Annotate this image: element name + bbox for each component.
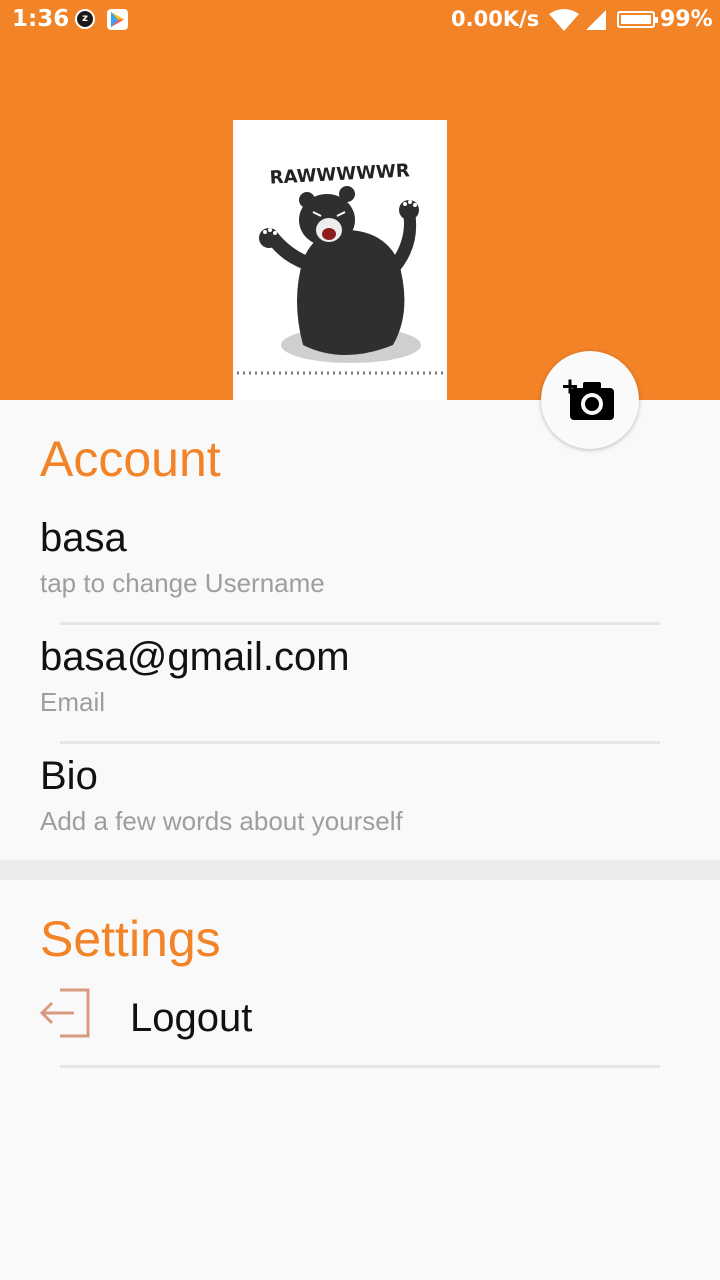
network-speed: 0.00K/s: [451, 7, 540, 31]
username-hint: tap to change Username: [40, 568, 325, 598]
logout-icon: [39, 988, 90, 1038]
status-time: 1:36: [12, 6, 70, 32]
email-value: basa@gmail.com: [40, 635, 350, 679]
divider: [60, 741, 660, 744]
wifi-icon: [548, 8, 580, 38]
avatar-caption: RAWWWWWR: [269, 160, 410, 188]
battery-icon: [617, 11, 658, 28]
divider: [60, 622, 660, 625]
status-bar: 1:36 z 0.00K/s 99%: [0, 0, 720, 40]
logout-label: Logout: [130, 996, 253, 1040]
play-games-icon: [107, 9, 128, 30]
divider: [60, 1065, 660, 1068]
settings-title: Settings: [40, 911, 221, 967]
settings-section: Settings Logout: [0, 880, 720, 1280]
account-title: Account: [40, 431, 221, 487]
account-section: Account basa tap to change Username basa…: [0, 400, 720, 860]
section-separator: [0, 860, 720, 880]
profile-header: 1:36 z 0.00K/s 99% RAWWWWWR: [0, 0, 720, 400]
username-value: basa: [40, 516, 127, 560]
signal-icon: [584, 8, 608, 38]
email-hint: Email: [40, 687, 106, 717]
battery-percent: 99%: [660, 7, 713, 32]
bio-hint: Add a few words about yourself: [40, 806, 403, 836]
bio-value: Bio: [40, 754, 98, 798]
app-notification-icon: z: [75, 9, 95, 29]
bear-illustration: RAWWWWWR: [237, 160, 443, 375]
profile-avatar[interactable]: RAWWWWWR: [233, 120, 447, 400]
